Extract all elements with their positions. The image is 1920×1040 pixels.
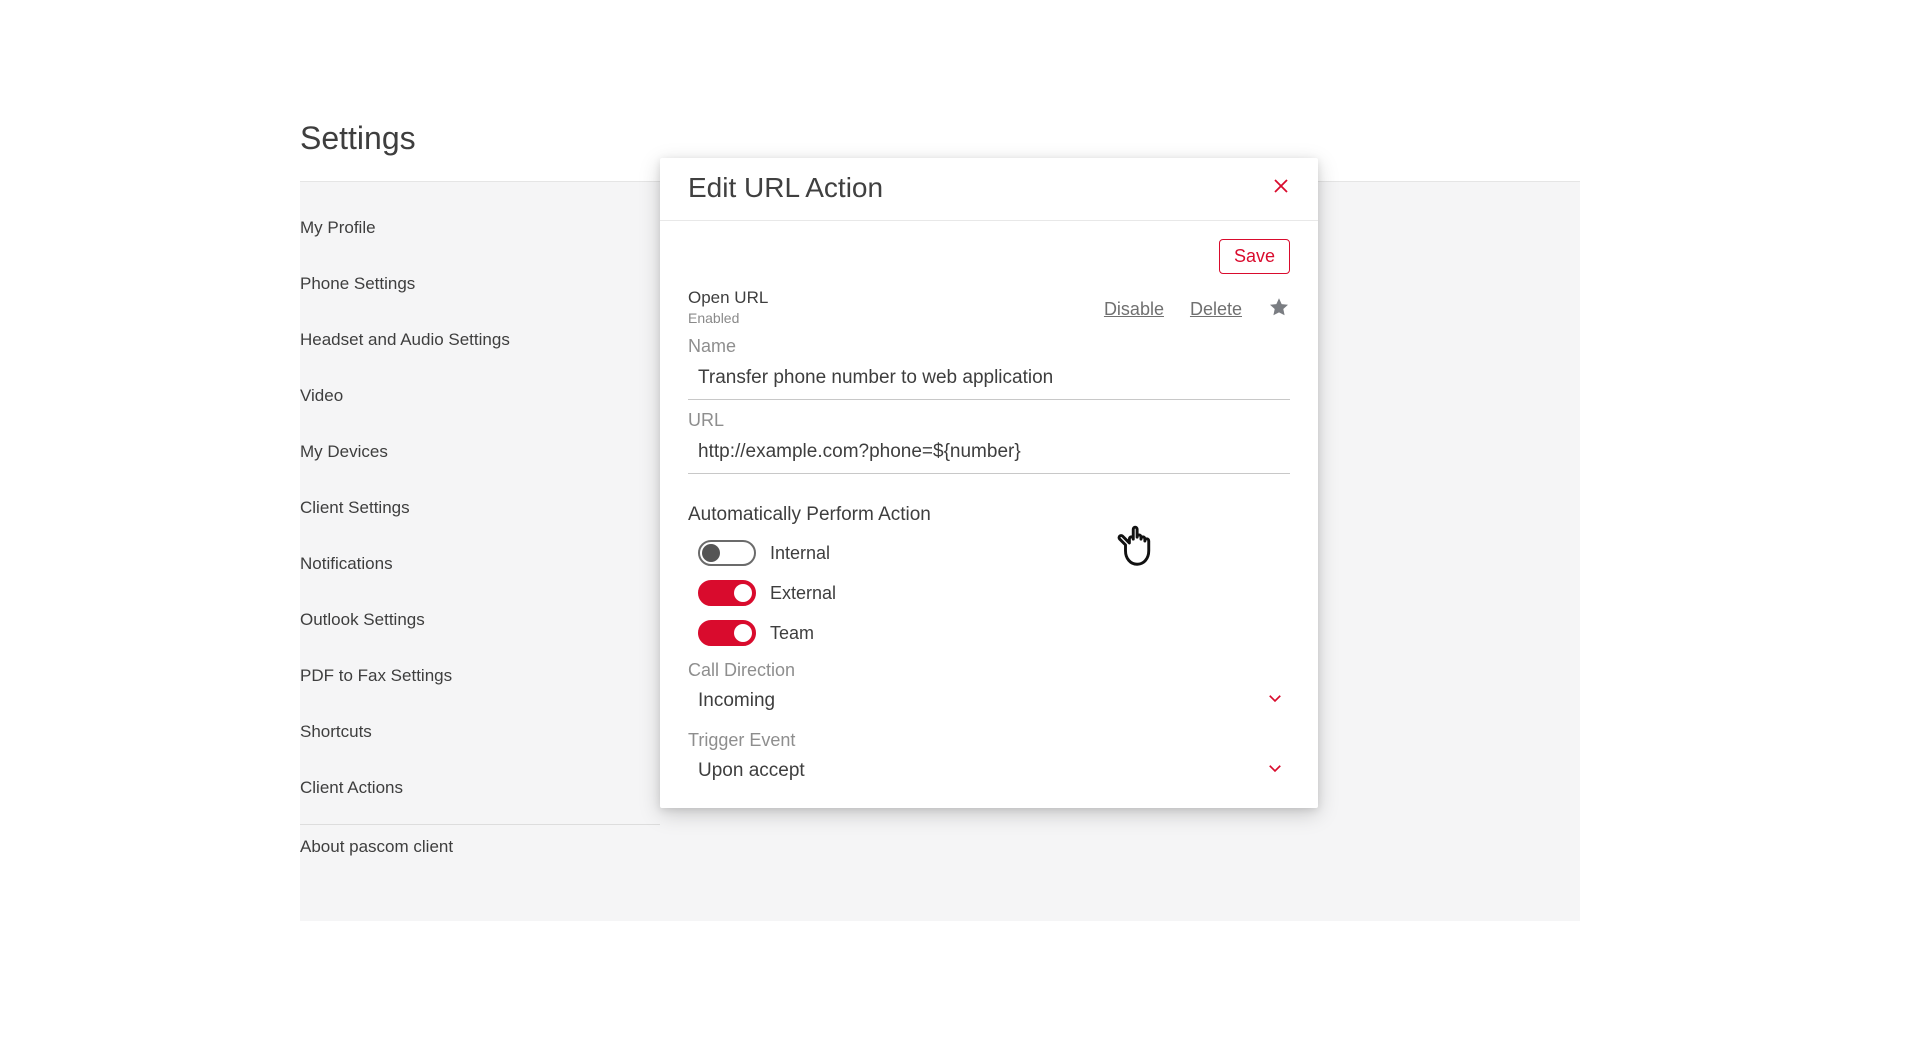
chevron-down-icon [1266,689,1284,712]
action-type-label: Open URL [688,288,768,308]
sidebar-item-about[interactable]: About pascom client [300,837,660,875]
action-status-label: Enabled [688,310,768,326]
disable-link[interactable]: Disable [1104,299,1164,320]
sidebar-item-headset-audio[interactable]: Headset and Audio Settings [300,312,660,368]
trigger-event-value: Upon accept [698,760,805,782]
modal-title: Edit URL Action [688,172,883,204]
favorite-star-button[interactable] [1268,296,1290,323]
url-input[interactable] [688,431,1290,474]
url-field-label: URL [688,410,1290,431]
call-direction-select[interactable]: Incoming [688,681,1290,720]
delete-link[interactable]: Delete [1190,299,1242,320]
toggle-row-team: Team [698,620,1290,646]
sidebar-item-notifications[interactable]: Notifications [300,536,660,592]
close-button[interactable] [1272,177,1290,199]
name-input[interactable] [688,357,1290,400]
sidebar-item-phone-settings[interactable]: Phone Settings [300,256,660,312]
toggle-internal[interactable] [698,540,756,566]
trigger-event-select[interactable]: Upon accept [688,751,1290,790]
name-field-label: Name [688,336,1290,357]
toggle-team[interactable] [698,620,756,646]
toggle-team-label: Team [770,623,814,644]
modal-header: Edit URL Action [660,158,1318,221]
sidebar-item-pdf-fax[interactable]: PDF to Fax Settings [300,648,660,704]
edit-url-action-modal: Edit URL Action Save Open URL Enabled Di… [660,158,1318,808]
toggle-row-internal: Internal [698,540,1290,566]
sidebar-item-shortcuts[interactable]: Shortcuts [300,704,660,760]
chevron-down-icon [1266,759,1284,782]
sidebar-item-outlook-settings[interactable]: Outlook Settings [300,592,660,648]
toggle-external[interactable] [698,580,756,606]
star-icon [1268,305,1290,322]
trigger-event-label: Trigger Event [688,730,1290,751]
sidebar-item-client-actions[interactable]: Client Actions [300,760,660,816]
toggle-row-external: External [698,580,1290,606]
toggle-external-label: External [770,583,836,604]
sidebar-item-my-devices[interactable]: My Devices [300,424,660,480]
save-button[interactable]: Save [1219,239,1290,274]
call-direction-label: Call Direction [688,660,1290,681]
settings-sidebar: My Profile Phone Settings Headset and Au… [300,182,660,875]
sidebar-separator [300,824,660,825]
call-direction-value: Incoming [698,690,775,712]
close-icon [1272,175,1290,200]
sidebar-item-my-profile[interactable]: My Profile [300,200,660,256]
sidebar-item-client-settings[interactable]: Client Settings [300,480,660,536]
auto-action-section-label: Automatically Perform Action [688,504,1290,526]
page-title: Settings [300,120,1580,157]
modal-body: Save Open URL Enabled Disable Delete Nam… [660,221,1318,798]
toggle-internal-label: Internal [770,543,830,564]
sidebar-item-video[interactable]: Video [300,368,660,424]
action-meta-row: Open URL Enabled Disable Delete [688,288,1290,326]
